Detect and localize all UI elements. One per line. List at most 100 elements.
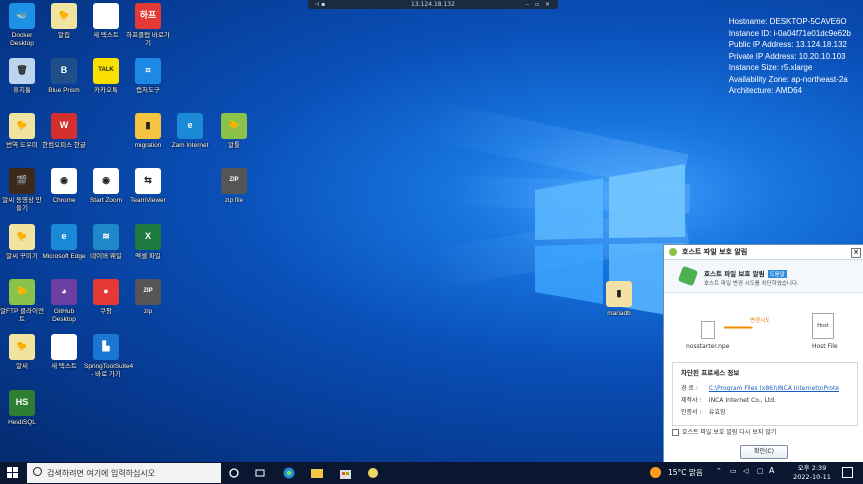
search-placeholder: 검색하려면 여기에 입력하십시오 [47,469,156,478]
target-file-label: Host File [812,343,838,350]
desktop-icon[interactable]: ▙ SpringToolSuite4 - 바로 가기 [84,334,133,378]
shield-icon [669,248,677,256]
desktop-icon[interactable]: ▮ mariadb [597,281,641,318]
dialog-titlebar[interactable]: 호스트 파일 보호 알림 × [664,245,863,260]
dialog-header-title: 호스트 파일 보호 알림 도움말 [704,268,787,278]
desktop-icon[interactable]: 🐤 알씨 꾸미기 [0,224,44,261]
desktop-icon[interactable]: ◕ GitHub Desktop [42,279,86,323]
desktop-icon-label: zip [143,308,153,315]
desktop-icon[interactable]: ▮ migration [126,113,170,150]
help-badge[interactable]: 도움말 [767,270,787,278]
start-button[interactable] [7,467,19,479]
desktop-icon[interactable]: ZIP zip file [212,168,256,205]
file-explorer-icon[interactable] [309,465,325,481]
desktop-icon-label: Blue Prism [48,87,80,94]
desktop-icon[interactable]: e Microsoft Edge [42,224,86,261]
desktop-icon[interactable]: X 엑셀 파일 [126,224,170,261]
remote-bar-title: 13.124.18.132 [411,1,455,8]
task-view-icon[interactable] [226,465,242,481]
clock[interactable]: 오후 2:39 2022-10-11 [792,464,832,482]
checkbox-label: 호스트 파일 보호 알림 다시 보지 않기 [682,429,777,436]
path-link[interactable]: C:\Program Files (x86)\INCA Internet\nPr… [709,385,839,392]
path-key: 경 로 : [681,385,698,392]
store-icon[interactable] [337,465,353,481]
tray-chevron-icon[interactable]: ⌃ [716,467,722,475]
desktop-icon-label: 알집 [58,32,70,39]
architecture-text: Architecture: AMD64 [728,86,803,95]
desktop-icon[interactable]: W 한컴오피스 한글 [42,113,86,150]
desktop-icon[interactable]: ≋ 네이버 웨일 [84,224,128,261]
close-icon[interactable]: × [851,248,861,258]
desktop-icon[interactable]: 🐤 알씨 [0,334,44,371]
hostname-text: Hostname: DESKTOP-5CAVE6O [728,17,847,26]
widgets-icon[interactable] [252,465,268,481]
desktop-icon[interactable]: ◉ Start Zoom [84,168,128,205]
capture-icon: ⌗ [135,58,161,84]
desktop-icon[interactable]: HS HeidiSQL [0,390,44,427]
blocked-process-info: 차단된 프로세스 정보 경 로 : C:\Program Files (x86)… [672,362,858,426]
desktop-icon-label: migration [134,142,162,149]
desktop-icon[interactable]: TALK 카카오톡 [84,58,128,95]
alsee-icon: 🐤 [9,224,35,250]
desktop-icon[interactable]: 🐤 알집 [42,3,86,40]
instance-id-text: Instance ID: i-0a04f71e01dc9e62b [728,28,851,38]
weather-icon[interactable] [650,467,661,478]
desktop-icon[interactable]: 🐤 번역 도우미 [0,113,44,150]
docker-icon: 🐳 [9,3,35,29]
availability-zone-text: Availability Zone: ap-northeast-2a [728,74,848,84]
desktop-icon-label: 휴지통 [13,87,31,94]
desktop-icon[interactable]: ⌗ 캡처도구 [126,58,170,95]
desktop-icon[interactable]: ⇆ TeamViewer [126,168,170,205]
desktop-icon[interactable]: ZIP zip [126,279,170,316]
desktop-icon[interactable]: 🗑 휴지통 [0,58,44,95]
display-icon[interactable]: ▢ [757,467,764,475]
desktop-icon-label: mariadb [607,310,631,317]
ok-button[interactable]: 확인(C) [740,445,788,459]
folder-icon: ▮ [606,281,632,307]
notification-icon[interactable] [842,467,853,478]
desktop-icon[interactable]: 새 텍스트 [42,334,86,371]
speaker-icon[interactable]: ◁ [743,467,748,475]
private-ip-text: Private IP Address: 10.20.10.103 [728,51,846,61]
edge-icon[interactable] [281,465,297,481]
desktop-icon[interactable]: ◉ Chrome [42,168,86,205]
desktop-icon[interactable]: B Blue Prism [42,58,86,95]
window-controls[interactable]: – ▫ ✕ [526,0,552,9]
alzip-taskbar-icon[interactable] [365,465,381,481]
header-title-text: 호스트 파일 보호 알림 [704,270,765,278]
desktop-icon-label: 카카오톡 [94,87,118,94]
network-icon[interactable]: ▭ [730,467,737,475]
coupang-icon: ● [93,279,119,305]
desktop-icon-label: 네이버 웨일 [90,253,122,260]
desktop-icon[interactable]: e Zam Internet [168,113,212,150]
pin-icon[interactable]: ⊣ ▪ [314,0,325,9]
zip-icon: ZIP [135,279,161,305]
desktop-icon-label: Docker Desktop [10,32,34,47]
arrow-icon: ▸▸▸▸▸▸▸▸▸▸▸▸▸▸ [724,325,753,331]
desktop-icon[interactable]: 하프 하프클럽 바로가기 [126,3,170,47]
path-row: 경 로 : C:\Program Files (x86)\INCA Intern… [681,383,839,392]
weather-text[interactable]: 15°C 맑음 [668,467,703,478]
desktop-icon[interactable]: 🐳 Docker Desktop [0,3,44,47]
checkbox[interactable] [672,429,679,436]
video-maker-icon: 🎬 [9,168,35,194]
desktop-icon[interactable]: 🐤 알FTP 클라이언트 [0,279,44,323]
desktop-icon[interactable]: 새 텍스트 [84,3,128,40]
host-file-protection-dialog: 호스트 파일 보호 알림 × 호스트 파일 보호 알림 도움말 호스트 파일 변경… [663,244,863,464]
ime-indicator[interactable]: A [769,466,774,475]
dialog-header-subtitle: 호스트 파일 변경 시도를 차단하였습니다. [704,281,799,287]
desktop-icon-label: Microsoft Edge [42,253,86,260]
cert-key: 인증서 : [681,409,702,416]
file-icon [93,3,119,29]
maker-key: 제작사 : [681,397,702,404]
maker-value: INCA Internet Co., Ltd. [708,397,776,404]
desktop-icon[interactable]: 🐤 알툴 [212,113,256,150]
spring-icon: ▙ [93,334,119,360]
search-input[interactable]: 검색하려면 여기에 입력하십시오 [27,463,221,483]
dont-show-again-checkbox[interactable]: 호스트 파일 보호 알림 다시 보지 않기 [672,427,776,436]
remote-connection-bar[interactable]: ⊣ ▪ 13.124.18.132 – ▫ ✕ [308,0,558,9]
kakaotalk-icon: TALK [93,58,119,84]
desktop-icon[interactable]: ● 쿠팡 [84,279,128,316]
desktop-icon[interactable]: 🎬 알씨 동영상 만들기 [0,168,44,212]
maker-row: 제작사 : INCA Internet Co., Ltd. [681,395,776,404]
